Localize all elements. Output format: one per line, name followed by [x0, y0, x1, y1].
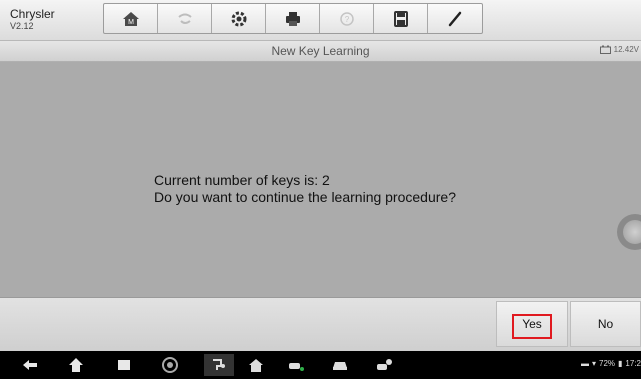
svg-text:M: M	[128, 19, 134, 26]
toolbar-buttons: M ?	[103, 3, 483, 34]
settings-button[interactable]	[212, 4, 266, 33]
app-version: V2.12	[10, 21, 34, 31]
remote-expert-icon[interactable]	[374, 356, 394, 374]
message-line-1: Current number of keys is: 2	[154, 172, 330, 188]
home-nav-icon[interactable]	[66, 356, 86, 374]
assist-circle-icon	[623, 220, 641, 244]
yes-label: Yes	[522, 317, 542, 331]
car-icon[interactable]	[330, 356, 350, 374]
home-button[interactable]: M	[104, 4, 158, 33]
top-toolbar: Chrysler V2.12 M ?	[0, 0, 641, 41]
print-button[interactable]	[266, 4, 320, 33]
vci-connect-icon[interactable]	[204, 354, 234, 376]
battery-percent: 72%	[599, 359, 616, 368]
help-button[interactable]: ?	[320, 4, 374, 33]
footer-bar: Yes No	[0, 297, 641, 351]
title-bar: New Key Learning 12.42V	[0, 41, 641, 62]
battery-icon: ▮	[618, 359, 623, 368]
wifi-icon: ▾	[591, 359, 596, 368]
pen-icon	[448, 11, 462, 26]
android-nav-bar: ▬ ▾ 72% ▮ 17:2	[0, 351, 641, 379]
recent-apps-icon[interactable]	[114, 356, 134, 374]
home-icon: M	[122, 11, 139, 26]
vehicle-swap-icon	[177, 13, 192, 24]
car-battery-icon	[599, 45, 611, 54]
diagnostics-home-icon[interactable]	[246, 356, 266, 374]
no-label: No	[597, 317, 614, 331]
vehicle-scan-icon[interactable]	[286, 356, 306, 374]
browser-icon[interactable]	[160, 356, 180, 374]
back-icon[interactable]	[20, 356, 40, 374]
vehicle-swap-button[interactable]	[158, 4, 212, 33]
no-button[interactable]: No	[570, 301, 641, 347]
app-info: Chrysler V2.12	[10, 8, 55, 31]
message-icon: ▬	[580, 359, 589, 368]
help-icon: ?	[339, 11, 354, 26]
yes-button[interactable]: Yes	[496, 301, 568, 347]
floating-assist-button[interactable]	[617, 214, 641, 250]
save-icon	[393, 10, 408, 27]
battery-voltage-text: 12.42V	[613, 45, 639, 54]
status-area: ▬ ▾ 72% ▮ 17:2	[581, 359, 641, 368]
message-area: Current number of keys is: 2 Do you want…	[0, 62, 641, 297]
svg-text:?: ?	[344, 15, 349, 24]
app-name: Chrysler	[10, 7, 55, 21]
settings-icon	[231, 11, 246, 26]
message-line-2: Do you want to continue the learning pro…	[154, 189, 456, 205]
page-title: New Key Learning	[271, 44, 370, 58]
status-time: 17:2	[625, 359, 641, 368]
pen-button[interactable]	[428, 4, 482, 33]
print-icon	[285, 11, 300, 26]
battery-voltage: 12.42V	[599, 45, 639, 54]
save-button[interactable]	[374, 4, 428, 33]
dialog-message: Current number of keys is: 2 Do you want…	[154, 172, 456, 206]
